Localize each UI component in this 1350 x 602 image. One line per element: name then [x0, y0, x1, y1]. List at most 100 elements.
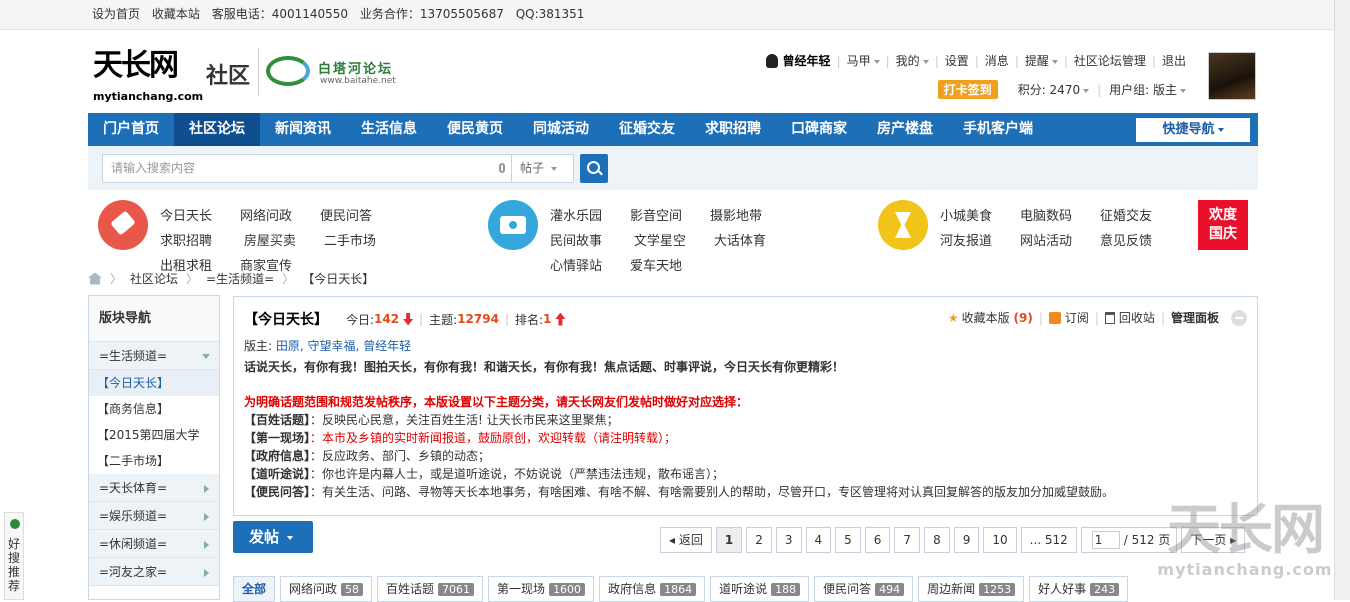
cat-link[interactable]: 意见反馈	[1100, 229, 1180, 254]
last-page-link[interactable]: ... 512	[1020, 527, 1077, 553]
nav-mobile[interactable]: 手机客户端	[948, 113, 1048, 146]
cat-link[interactable]: 今日天长	[160, 204, 240, 229]
cat-link[interactable]: 房屋买卖	[244, 229, 324, 254]
breadcrumb-current: 【今日天长】	[302, 272, 375, 286]
favorite-link[interactable]: 收藏本版 (9)	[962, 309, 1033, 326]
cat-link[interactable]: 求职招聘	[160, 229, 240, 254]
tab-type[interactable]: 道听途说 188	[710, 576, 810, 602]
sidebar-group-life[interactable]: =生活频道=	[89, 342, 219, 370]
reminders-menu[interactable]: 提醒	[1025, 52, 1058, 69]
tab-type[interactable]: 周边新闻 1253	[918, 576, 1025, 602]
nav-home[interactable]: 门户首页	[88, 113, 174, 146]
bookmark-link[interactable]: 收藏本站	[152, 7, 200, 21]
sidebar-item-university[interactable]: 【2015第四届大学	[89, 422, 219, 448]
partner-logo[interactable]: 白塔河论坛 www.baitahe.net	[266, 52, 416, 92]
avatar[interactable]	[1208, 52, 1256, 100]
home-icon[interactable]	[88, 272, 102, 285]
username[interactable]: 曾经年轻	[783, 52, 831, 69]
nav-events[interactable]: 同城活动	[518, 113, 604, 146]
national-day-banner[interactable]: 欢度 国庆	[1198, 200, 1248, 250]
tab-all[interactable]: 全部	[233, 576, 276, 602]
cat-link[interactable]: 民间故事	[550, 229, 630, 254]
cat-link[interactable]: 小城美食	[940, 204, 1020, 229]
page-link[interactable]: 8	[924, 527, 950, 553]
breadcrumb-item[interactable]: 社区论坛	[130, 270, 178, 287]
moderator-list: 版主: 田原, 守望幸福, 曾经年轻	[244, 339, 412, 353]
nav-merchants[interactable]: 口碑商家	[776, 113, 862, 146]
settings-link[interactable]: 设置	[945, 52, 969, 69]
page-link[interactable]: 9	[953, 527, 980, 553]
recycle-bin-link[interactable]: 回收站	[1119, 309, 1155, 326]
page-link[interactable]: 1	[715, 527, 743, 553]
sidebar-group-friends[interactable]: =河友之家=	[89, 558, 219, 586]
page-link[interactable]: 2	[746, 527, 772, 553]
page-link[interactable]: 6	[864, 527, 891, 553]
new-post-button[interactable]: 发帖	[233, 521, 313, 553]
quick-nav-button[interactable]: 快捷导航	[1136, 118, 1250, 142]
tab-type[interactable]: 便民问答 494	[814, 576, 914, 602]
nav-news[interactable]: 新闻资讯	[260, 113, 346, 146]
cat-link[interactable]: 河友报道	[940, 229, 1020, 254]
page-link[interactable]: 4	[805, 527, 832, 553]
search-type-select[interactable]: 帖子	[512, 154, 574, 183]
admin-panel-link[interactable]: 管理面板	[1171, 309, 1219, 326]
search-input[interactable]: 请输入搜索内容	[102, 154, 512, 183]
sidebar-group-sports[interactable]: =天长体育=	[89, 474, 219, 502]
tab-type[interactable]: 第一现场 1600	[488, 576, 595, 602]
page-link[interactable]: 10	[983, 527, 1017, 553]
cat-link[interactable]: 心情驿站	[550, 254, 630, 279]
nav-life[interactable]: 生活信息	[346, 113, 432, 146]
breadcrumb-item[interactable]: =生活频道=	[206, 270, 274, 287]
scrollbar[interactable]	[1334, 0, 1350, 600]
nav-forum[interactable]: 社区论坛	[174, 113, 260, 146]
usergroup-menu[interactable]: 用户组: 版主	[1109, 81, 1186, 98]
cat-link[interactable]: 文学星空	[634, 229, 714, 254]
set-home-link[interactable]: 设为首页	[92, 7, 140, 21]
collapse-icon[interactable]	[1231, 309, 1247, 326]
checkin-button[interactable]: 打卡签到	[937, 80, 998, 99]
my-menu[interactable]: 我的	[896, 52, 929, 69]
page-input[interactable]: 1	[1091, 531, 1120, 549]
cat-link[interactable]: 电脑数码	[1020, 204, 1100, 229]
tab-type[interactable]: 网络问政 58	[280, 576, 373, 602]
cat-link[interactable]: 大话体育	[714, 229, 794, 254]
cat-link[interactable]: 爱车天地	[630, 254, 710, 279]
tab-type[interactable]: 好人好事 243	[1029, 576, 1129, 602]
messages-link[interactable]: 消息	[985, 52, 1009, 69]
page-link[interactable]: 3	[775, 527, 802, 553]
page-link[interactable]: 5	[835, 527, 861, 553]
sidebar-item-business[interactable]: 【商务信息】	[89, 396, 219, 422]
cat-link[interactable]: 影音空间	[630, 204, 710, 229]
nav-yellowpages[interactable]: 便民黄页	[432, 113, 518, 146]
site-logo[interactable]: 天长网 mytianchang.com	[93, 50, 203, 104]
subscribe-link[interactable]: 订阅	[1065, 309, 1089, 326]
back-button[interactable]: ◂ 返回	[660, 527, 712, 553]
rule-line: 【百姓话题】：反映民心民意，关注百姓生活! 让天长市民来这里聚焦；	[244, 413, 619, 427]
tab-type[interactable]: 政府信息 1864	[599, 576, 706, 602]
cat-link[interactable]: 网站活动	[1020, 229, 1100, 254]
cat-link[interactable]: 二手市场	[324, 229, 404, 254]
logout-link[interactable]: 退出	[1162, 52, 1186, 69]
sidebar-item-today[interactable]: 【今日天长】	[89, 370, 219, 396]
points-menu[interactable]: 积分: 2470	[1018, 81, 1090, 98]
haosou-recommend-tab[interactable]: 好搜推荐	[4, 512, 24, 600]
up-arrow-icon	[555, 312, 566, 326]
moderator-links[interactable]: 田原, 守望幸福, 曾经年轻	[276, 339, 411, 353]
sidebar-item-secondhand[interactable]: 【二手市场】	[89, 448, 219, 474]
cat-link[interactable]: 灌水乐园	[550, 204, 630, 229]
alias-menu[interactable]: 马甲	[847, 52, 880, 69]
cat-link[interactable]: 摄影地带	[710, 204, 790, 229]
sidebar-group-entertainment[interactable]: =娱乐频道=	[89, 502, 219, 530]
microphone-icon[interactable]	[499, 163, 505, 173]
cat-link[interactable]: 网络问政	[240, 204, 320, 229]
search-button[interactable]	[580, 154, 608, 183]
tab-type[interactable]: 百姓话题 7061	[377, 576, 484, 602]
cat-link[interactable]: 便民问答	[320, 204, 400, 229]
nav-jobs[interactable]: 求职招聘	[690, 113, 776, 146]
nav-realestate[interactable]: 房产楼盘	[862, 113, 948, 146]
forum-admin-link[interactable]: 社区论坛管理	[1074, 52, 1146, 69]
page-link[interactable]: 7	[894, 527, 921, 553]
nav-dating[interactable]: 征婚交友	[604, 113, 690, 146]
sidebar-group-leisure[interactable]: =休闲频道=	[89, 530, 219, 558]
cat-link[interactable]: 征婚交友	[1100, 204, 1180, 229]
